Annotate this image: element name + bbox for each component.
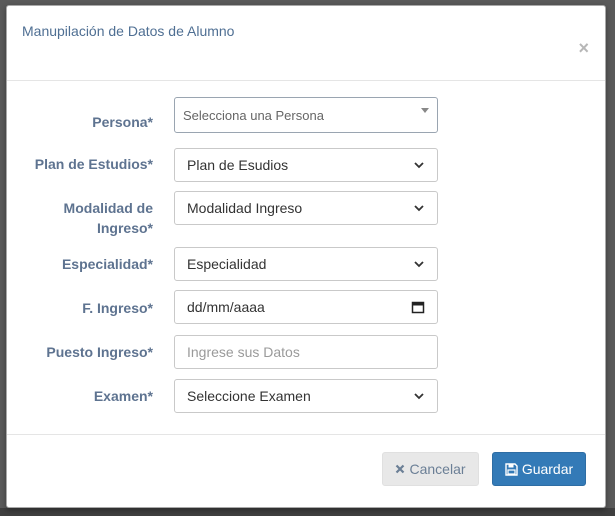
calendar-icon[interactable]: [411, 300, 425, 314]
floppy-disk-icon: [505, 462, 518, 476]
puesto-label: Puesto Ingreso*: [46, 344, 153, 360]
modalidad-label-line1: Modalidad de: [63, 200, 153, 216]
persona-select[interactable]: Selecciona una Persona: [174, 97, 438, 133]
plan-value: Plan de Esudios: [187, 157, 289, 173]
cancel-button[interactable]: Cancelar: [382, 452, 479, 486]
form-body: Persona* Selecciona una Persona Plan de …: [7, 81, 605, 435]
examen-label: Examen*: [93, 388, 153, 404]
ingreso-date-input[interactable]: dd/mm/aaaa: [174, 290, 438, 324]
plan-label: Plan de Estudios*: [34, 156, 153, 172]
modalidad-select[interactable]: Modalidad Ingreso: [174, 191, 438, 225]
times-icon: [396, 464, 405, 474]
chevron-down-icon: [414, 205, 424, 212]
modal-backdrop: [0, 508, 615, 516]
chevron-down-icon: [414, 261, 424, 268]
student-data-modal: Manupilación de Datos de Alumno × Person…: [6, 5, 606, 508]
cancel-label: Cancelar: [409, 461, 466, 477]
close-icon[interactable]: ×: [578, 39, 589, 57]
plan-select[interactable]: Plan de Esudios: [174, 148, 438, 182]
especialidad-label: Especialidad*: [61, 256, 153, 272]
examen-value: Seleccione Examen: [187, 388, 311, 404]
especialidad-value: Especialidad: [187, 256, 267, 272]
modal-footer: Cancelar Guardar: [7, 435, 605, 507]
modalidad-label-line2: Ingreso*: [96, 220, 153, 236]
save-button[interactable]: Guardar: [492, 452, 586, 486]
save-label: Guardar: [521, 461, 574, 477]
ingreso-label: F. Ingreso*: [82, 300, 153, 316]
modal-header: Manupilación de Datos de Alumno ×: [7, 6, 605, 81]
examen-select[interactable]: Seleccione Examen: [174, 379, 438, 413]
caret-down-icon: [421, 108, 429, 113]
puesto-placeholder: Ingrese sus Datos: [187, 344, 300, 360]
modal-title: Manupilación de Datos de Alumno: [22, 23, 235, 39]
ingreso-value: dd/mm/aaaa: [187, 299, 265, 315]
modalidad-value: Modalidad Ingreso: [187, 200, 303, 216]
puesto-input[interactable]: Ingrese sus Datos: [174, 335, 438, 369]
persona-label: Persona*: [92, 114, 153, 130]
persona-placeholder: Selecciona una Persona: [183, 107, 324, 123]
especialidad-select[interactable]: Especialidad: [174, 247, 438, 281]
chevron-down-icon: [414, 162, 424, 169]
chevron-down-icon: [414, 393, 424, 400]
